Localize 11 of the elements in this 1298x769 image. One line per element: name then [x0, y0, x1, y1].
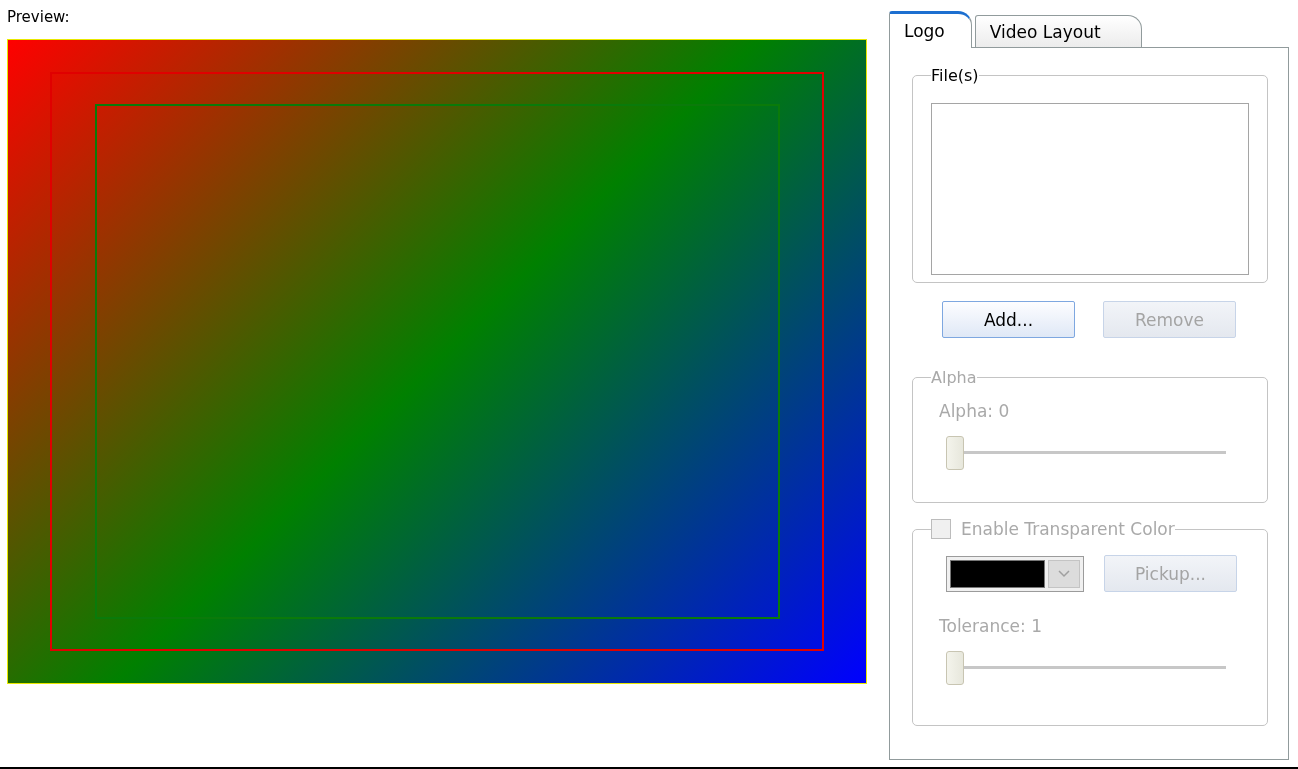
checkbox-label: Enable Transparent Color	[961, 519, 1175, 539]
slider-label: Alpha: 0	[939, 401, 1011, 421]
tab[interactable]: Logo	[889, 11, 972, 48]
preview-label: Preview:	[7, 8, 71, 28]
group-title: File(s)	[931, 66, 979, 85]
chevron-down-icon	[1058, 569, 1070, 578]
action-button[interactable]: Add...	[942, 301, 1075, 338]
tab[interactable]: Video Layout	[974, 15, 1142, 47]
group-title: Alpha	[931, 368, 977, 387]
file-list[interactable]	[931, 103, 1249, 275]
slider-label: Tolerance: 1	[939, 616, 1043, 636]
